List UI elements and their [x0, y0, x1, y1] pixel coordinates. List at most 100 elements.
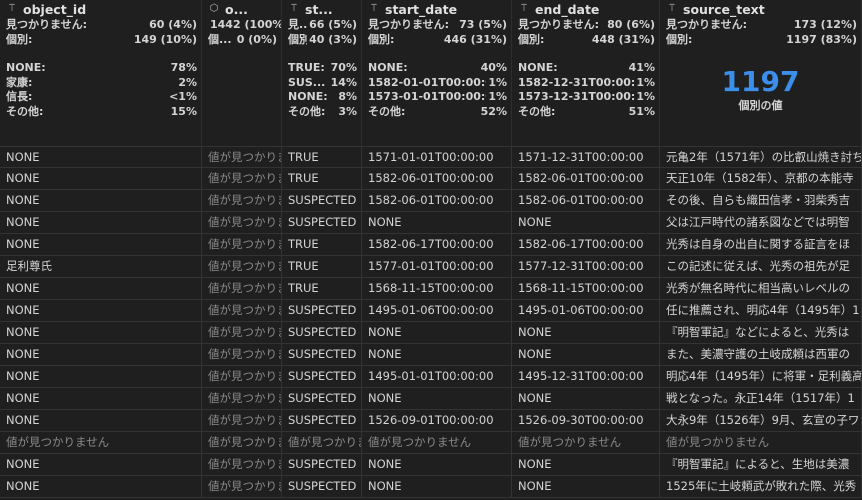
- table-cell[interactable]: SUSPECTED: [282, 454, 362, 476]
- table-cell[interactable]: 1582-06-01T00:00:00: [512, 190, 660, 212]
- table-cell[interactable]: NONE: [512, 388, 660, 410]
- table-cell[interactable]: 値が見つかりません: [202, 454, 282, 476]
- table-cell[interactable]: 『明智軍記』などによると、光秀は: [660, 322, 862, 344]
- table-cell[interactable]: 任に推薦され、明応4年（1495年）1: [660, 300, 862, 322]
- table-cell[interactable]: NONE: [512, 344, 660, 366]
- column-title[interactable]: ⍡ st...: [282, 0, 361, 18]
- table-cell[interactable]: TRUE: [282, 168, 362, 190]
- table-cell[interactable]: 値が見つかりません: [202, 300, 282, 322]
- table-cell[interactable]: 1577-01-01T00:00:00: [362, 256, 512, 278]
- table-cell[interactable]: 値が見つかりません: [282, 432, 362, 454]
- table-cell[interactable]: 値が見つかりません: [660, 432, 862, 454]
- table-cell[interactable]: SUSPECTED: [282, 344, 362, 366]
- table-cell[interactable]: NONE: [362, 212, 512, 234]
- table-cell[interactable]: 値が見つかりません: [202, 278, 282, 300]
- table-row[interactable]: NONE値が見つかりませんSUSPECTEDNONENONE『明智軍記』によると…: [0, 454, 862, 476]
- table-cell[interactable]: 1568-11-15T00:00:00: [362, 278, 512, 300]
- table-cell[interactable]: SUSPECTED: [282, 388, 362, 410]
- table-cell[interactable]: NONE: [512, 476, 660, 498]
- table-cell[interactable]: 値が見つかりません: [202, 234, 282, 256]
- column-header[interactable]: ⬡ o...見つかりません:1442 (100%)個... 0 (0%): [202, 0, 282, 146]
- table-cell[interactable]: SUSPECTED: [282, 366, 362, 388]
- table-cell[interactable]: 値が見つかりません: [202, 410, 282, 432]
- table-row[interactable]: NONE値が見つかりませんTRUE1582-06-17T00:00:001582…: [0, 234, 862, 256]
- table-cell[interactable]: SUSPECTED: [282, 212, 362, 234]
- table-cell[interactable]: この記述に従えば、光秀の祖先が足: [660, 256, 862, 278]
- table-cell[interactable]: TRUE: [282, 256, 362, 278]
- table-cell[interactable]: 値が見つかりません: [202, 256, 282, 278]
- table-cell[interactable]: SUSPECTED: [282, 300, 362, 322]
- table-cell[interactable]: 1582-06-17T00:00:00: [512, 234, 660, 256]
- table-row[interactable]: NONE値が見つかりませんSUSPECTEDNONENONEまた、美濃守護の土岐…: [0, 344, 862, 366]
- table-cell[interactable]: TRUE: [282, 234, 362, 256]
- table-cell[interactable]: SUSPECTED: [282, 322, 362, 344]
- table-cell[interactable]: また、美濃守護の土岐成頼は西軍の: [660, 344, 862, 366]
- table-cell[interactable]: NONE: [0, 146, 202, 168]
- table-cell[interactable]: 値が見つかりません: [0, 432, 202, 454]
- table-cell[interactable]: 値が見つかりません: [362, 432, 512, 454]
- table-cell[interactable]: 1582-06-01T00:00:00: [362, 168, 512, 190]
- table-cell[interactable]: NONE: [0, 322, 202, 344]
- table-cell[interactable]: SUSPECTED: [282, 410, 362, 432]
- table-cell[interactable]: NONE: [362, 388, 512, 410]
- table-cell[interactable]: 1526-09-01T00:00:00: [362, 410, 512, 432]
- table-cell[interactable]: TRUE: [282, 278, 362, 300]
- table-cell[interactable]: NONE: [0, 476, 202, 498]
- table-cell[interactable]: NONE: [362, 344, 512, 366]
- column-header[interactable]: ⍡ object_id 見つかりません: 60 (4%) 個別: 149 (10%) NON…: [0, 0, 202, 146]
- table-row[interactable]: 足利尊氏値が見つかりませんTRUE1577-01-01T00:00:001577…: [0, 256, 862, 278]
- table-cell[interactable]: NONE: [0, 278, 202, 300]
- table-cell[interactable]: NONE: [0, 190, 202, 212]
- table-cell[interactable]: 父は江戸時代の諸系図などでは明智: [660, 212, 862, 234]
- table-row[interactable]: NONE値が見つかりませんSUSPECTED1495-01-06T00:00:0…: [0, 300, 862, 322]
- table-cell[interactable]: 1495-01-01T00:00:00: [362, 366, 512, 388]
- table-cell[interactable]: 値が見つかりません: [202, 432, 282, 454]
- table-row[interactable]: NONE値が見つかりませんSUSPECTEDNONENONE戦となった。永正14…: [0, 388, 862, 410]
- column-header[interactable]: ⍡st...見...66 (5%)個別:40 (3%)TRUE:70%SUS..…: [282, 0, 362, 146]
- table-cell[interactable]: NONE: [0, 366, 202, 388]
- table-cell[interactable]: 値が見つかりません: [512, 432, 660, 454]
- table-cell[interactable]: 1495-01-06T00:00:00: [362, 300, 512, 322]
- table-cell[interactable]: 明応4年（1495年）に将軍・足利義高: [660, 366, 862, 388]
- column-title[interactable]: ⍡ start_date: [362, 0, 511, 18]
- table-cell[interactable]: 1582-06-01T00:00:00: [512, 168, 660, 190]
- table-cell[interactable]: NONE: [0, 454, 202, 476]
- table-cell[interactable]: SUSPECTED: [282, 476, 362, 498]
- table-cell[interactable]: 値が見つかりません: [202, 168, 282, 190]
- table-row[interactable]: NONE値が見つかりませんSUSPECTED1582-06-01T00:00:0…: [0, 190, 862, 212]
- table-cell[interactable]: 天正10年（1582年）、京都の本能寺: [660, 168, 862, 190]
- table-cell[interactable]: 1568-11-15T00:00:00: [512, 278, 660, 300]
- table-cell[interactable]: 光秀は自身の出自に関する証言をほ: [660, 234, 862, 256]
- table-cell[interactable]: SUSPECTED: [282, 190, 362, 212]
- table-cell[interactable]: 1582-06-17T00:00:00: [362, 234, 512, 256]
- table-cell[interactable]: NONE: [512, 212, 660, 234]
- table-cell[interactable]: NONE: [0, 344, 202, 366]
- table-cell[interactable]: 1526-09-30T00:00:00: [512, 410, 660, 432]
- table-cell[interactable]: 1577-12-31T00:00:00: [512, 256, 660, 278]
- column-title[interactable]: ⬡ o...: [202, 0, 281, 18]
- column-header[interactable]: ⍡ end_date 見つかりません: 80 (6%) 個別: 448 (31%) NONE…: [512, 0, 660, 146]
- column-header[interactable]: ⍡ start_date 見つかりません: 73 (5%) 個別: 446 (31%) NO…: [362, 0, 512, 146]
- table-cell[interactable]: その後、自らも織田信孝・羽柴秀吉: [660, 190, 862, 212]
- table-cell[interactable]: 1582-06-01T00:00:00: [362, 190, 512, 212]
- table-cell[interactable]: 値が見つかりません: [202, 366, 282, 388]
- table-cell[interactable]: 値が見つかりません: [202, 476, 282, 498]
- table-cell[interactable]: NONE: [0, 410, 202, 432]
- table-cell[interactable]: NONE: [0, 212, 202, 234]
- table-cell[interactable]: 1525年に土岐頼武が敗れた際、光秀: [660, 476, 862, 498]
- column-title[interactable]: ⍡ object_id: [0, 0, 201, 18]
- table-cell[interactable]: NONE: [362, 476, 512, 498]
- table-cell[interactable]: 値が見つかりません: [202, 146, 282, 168]
- table-cell[interactable]: 光秀が無名時代に相当高いレベルの: [660, 278, 862, 300]
- table-cell[interactable]: NONE: [0, 388, 202, 410]
- table-cell[interactable]: NONE: [362, 322, 512, 344]
- table-cell[interactable]: 1571-01-01T00:00:00: [362, 146, 512, 168]
- table-row[interactable]: NONE値が見つかりませんTRUE1582-06-01T00:00:001582…: [0, 168, 862, 190]
- table-row[interactable]: NONE値が見つかりませんSUSPECTED1495-01-01T00:00:0…: [0, 366, 862, 388]
- table-cell[interactable]: 値が見つかりません: [202, 388, 282, 410]
- column-title[interactable]: ⍡ source_text: [660, 0, 861, 18]
- table-row[interactable]: NONE値が見つかりませんTRUE1568-11-15T00:00:001568…: [0, 278, 862, 300]
- table-cell[interactable]: NONE: [362, 454, 512, 476]
- table-row[interactable]: NONE値が見つかりませんTRUE1571-01-01T00:00:001571…: [0, 146, 862, 168]
- table-row[interactable]: NONE値が見つかりませんSUSPECTEDNONENONE1525年に土岐頼武…: [0, 476, 862, 498]
